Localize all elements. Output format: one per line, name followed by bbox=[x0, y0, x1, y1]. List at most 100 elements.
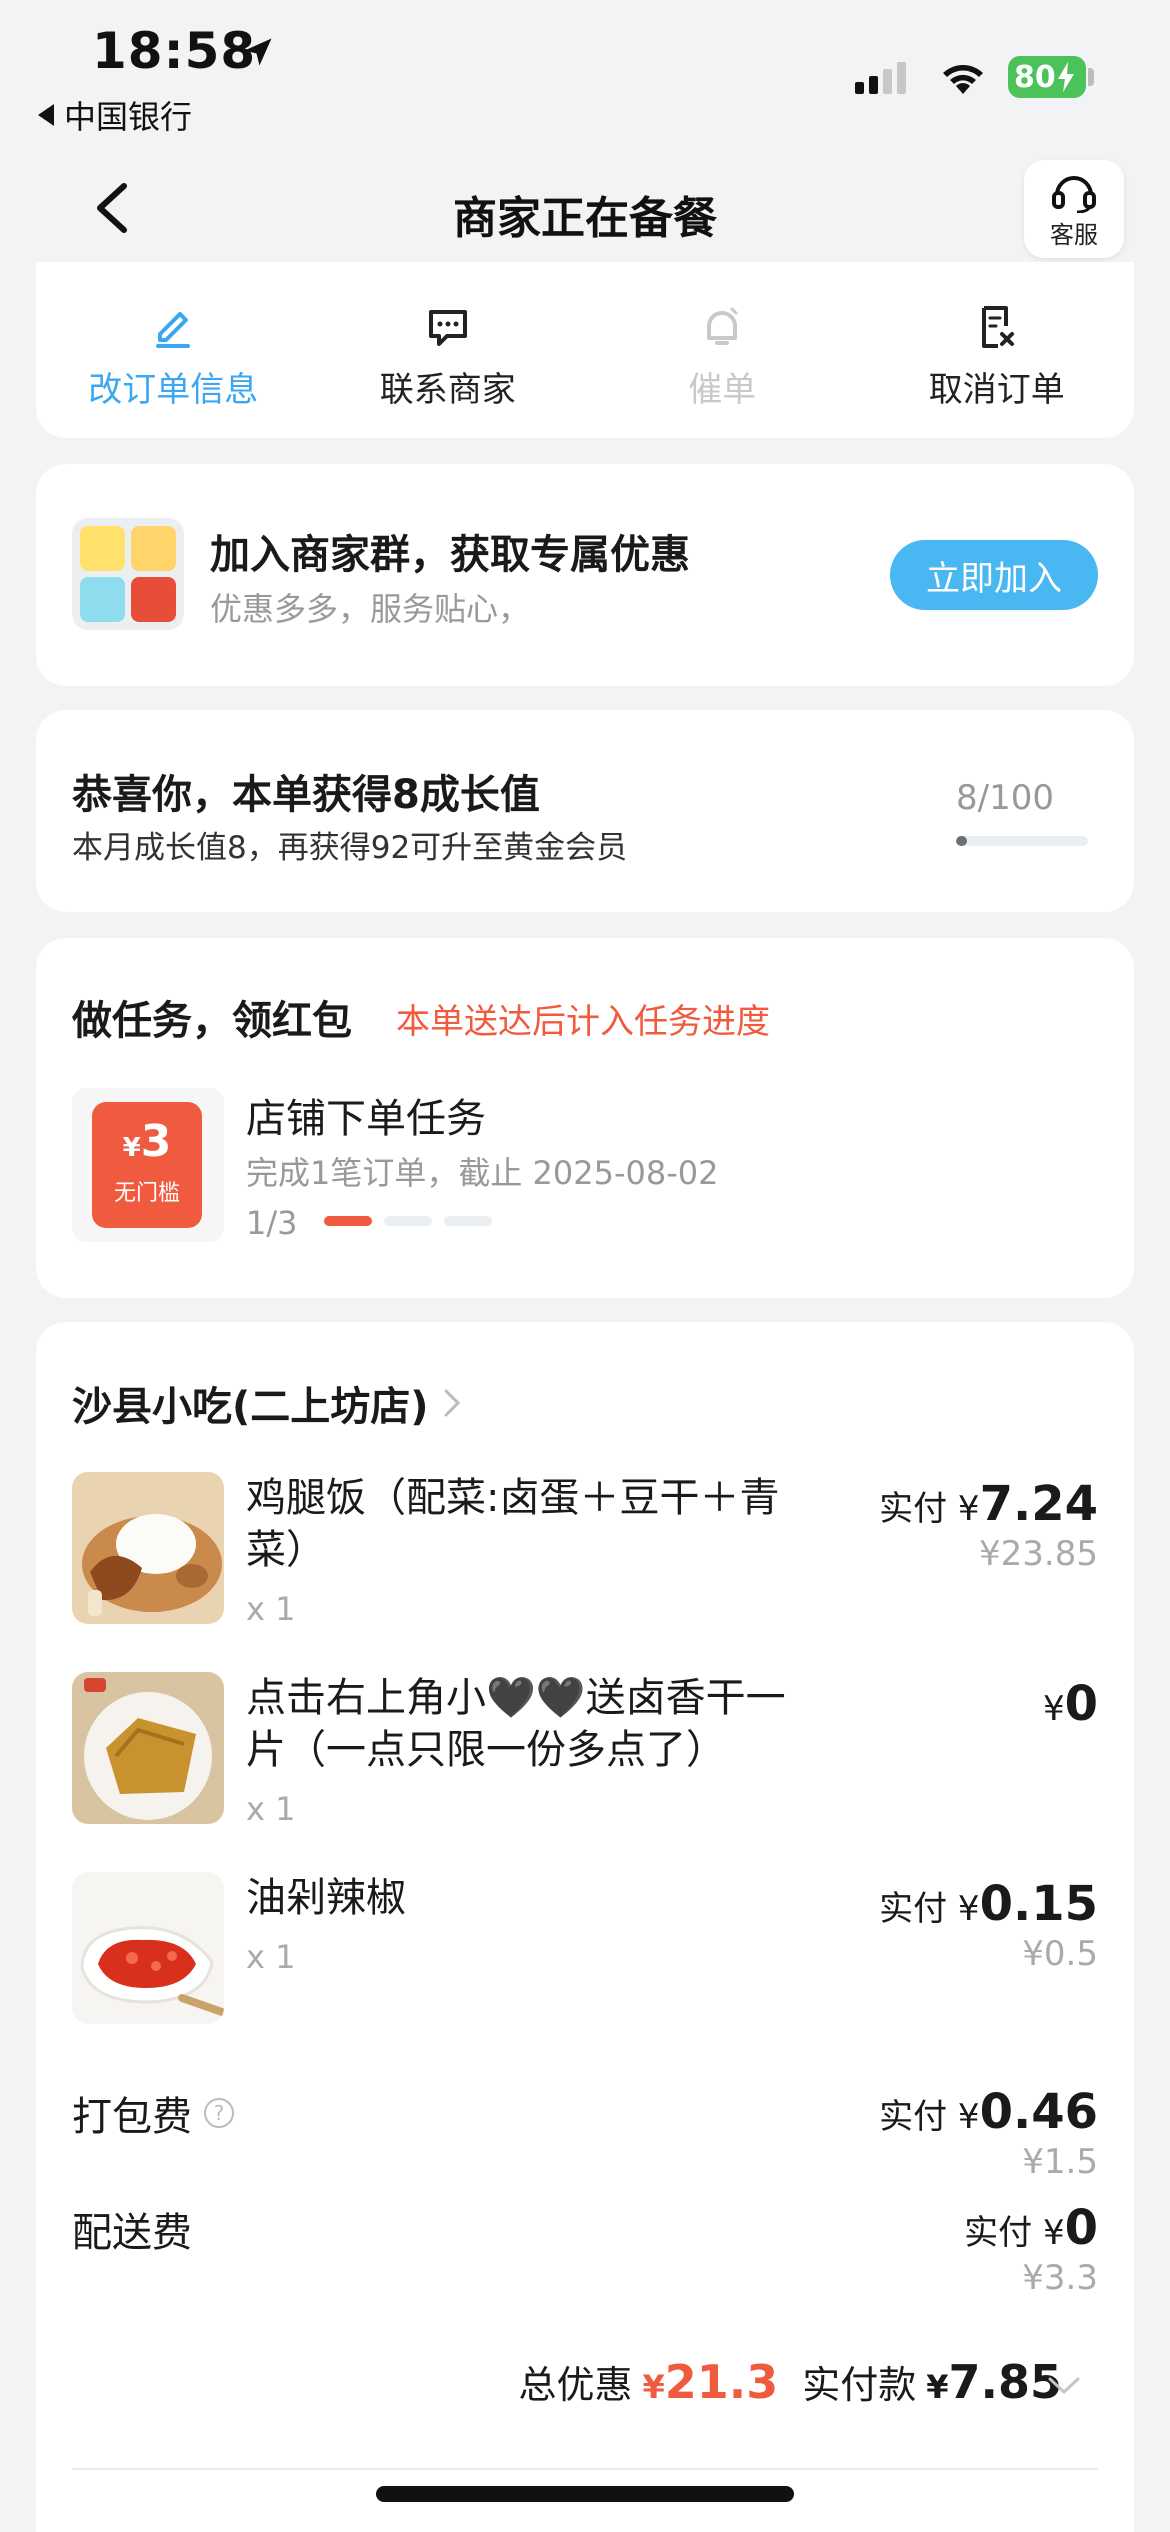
charging-bolt-icon bbox=[1057, 62, 1074, 92]
order-item[interactable]: 鸡腿饭（配菜:卤蛋＋豆干＋青菜） x 1 实付 ¥7.24 ¥23.85 bbox=[72, 1472, 1098, 1632]
group-banner-subtitle: 优惠多多，服务贴心， bbox=[210, 590, 531, 628]
pay-value: 0 bbox=[1064, 1676, 1098, 1732]
discount-label: 总优惠 bbox=[518, 2363, 633, 2407]
item-price: 实付 ¥0.15 ¥0.5 bbox=[879, 1876, 1098, 1974]
item-quantity: x 1 bbox=[246, 1938, 296, 1976]
contact-merchant-label: 联系商家 bbox=[379, 370, 516, 410]
paid-value: 7.85 bbox=[948, 2355, 1063, 2409]
shop-name: 沙县小吃(二上坊店) bbox=[72, 1384, 429, 1430]
urge-order-button[interactable]: 催单 bbox=[585, 262, 860, 438]
paid-label: 实付款 bbox=[802, 2363, 917, 2407]
edit-icon bbox=[156, 312, 191, 348]
dried-tofu-image bbox=[72, 1672, 224, 1824]
bell-icon bbox=[707, 307, 738, 345]
pay-currency: ¥ bbox=[957, 2097, 980, 2137]
task-progress-dot bbox=[384, 1216, 432, 1226]
cancel-order-label: 取消订单 bbox=[928, 370, 1065, 410]
group-banner-title: 加入商家群，获取专属优惠 bbox=[210, 532, 690, 578]
merchant-group-avatar bbox=[72, 518, 184, 630]
order-item[interactable]: 油剁辣椒 x 1 实付 ¥0.15 ¥0.5 bbox=[72, 1872, 1098, 2032]
coupon-currency: ¥ bbox=[122, 1133, 141, 1163]
status-bar: 18:58 中国银行 80 bbox=[0, 0, 1170, 150]
shop-name-link[interactable]: 沙县小吃(二上坊店) bbox=[72, 1374, 463, 1432]
pay-value: 7.24 bbox=[979, 1476, 1098, 1532]
pay-value: 0.46 bbox=[979, 2084, 1098, 2140]
back-to-app-link[interactable]: 中国银行 bbox=[38, 92, 192, 138]
task-progress-dots bbox=[324, 1216, 492, 1226]
item-name: 油剁辣椒 bbox=[246, 1875, 406, 1921]
chevron-down-icon[interactable] bbox=[1046, 2374, 1082, 2398]
pay-value: 0 bbox=[1064, 2200, 1098, 2256]
back-app-label: 中国银行 bbox=[64, 98, 193, 136]
headset-icon bbox=[1052, 175, 1096, 213]
order-item[interactable]: 点击右上角小🖤🖤送卤香干一片（一点只限一份多点了） x 1 ¥0 bbox=[72, 1672, 1098, 1832]
contact-merchant-button[interactable]: 联系商家 bbox=[311, 262, 586, 438]
original-price: ¥1.5 bbox=[1022, 2142, 1098, 2182]
original-price: ¥3.3 bbox=[1022, 2258, 1098, 2298]
pay-label: 实付 bbox=[879, 2097, 948, 2137]
growth-progress-fill bbox=[956, 836, 967, 846]
growth-title: 恭喜你，本单获得8成长值 bbox=[72, 772, 540, 818]
edit-order-label: 改订单信息 bbox=[88, 370, 259, 410]
item-price: ¥0 bbox=[1043, 1676, 1098, 1734]
task-progress-text: 1/3 bbox=[246, 1204, 298, 1242]
item-quantity: x 1 bbox=[246, 1790, 296, 1828]
pay-currency: ¥ bbox=[1042, 1689, 1065, 1729]
fee-price: 实付 ¥0.46 ¥1.5 bbox=[879, 2084, 1098, 2182]
customer-service-button[interactable]: 客服 bbox=[1024, 160, 1124, 258]
cancel-order-button[interactable]: 取消订单 bbox=[860, 262, 1135, 438]
original-price: ¥0.5 bbox=[1022, 1934, 1098, 1974]
pay-value: 0.15 bbox=[979, 1876, 1098, 1932]
original-price: ¥23.85 bbox=[979, 1534, 1098, 1574]
order-detail-card: 沙县小吃(二上坊店) 鸡腿饭（配菜:卤蛋＋豆干＋青菜） x 1 实付 ¥7.24… bbox=[36, 1322, 1134, 2532]
pay-label: 实付 bbox=[964, 2213, 1033, 2253]
cancel-order-icon bbox=[981, 306, 1014, 348]
help-icon[interactable]: ? bbox=[204, 2098, 234, 2128]
back-triangle-icon bbox=[38, 104, 54, 126]
order-total[interactable]: 总优惠 ¥21.3 实付款 ¥7.85 bbox=[518, 2354, 1062, 2409]
item-quantity: x 1 bbox=[246, 1590, 296, 1628]
item-name: 鸡腿饭（配菜:卤蛋＋豆干＋青菜） bbox=[246, 1475, 780, 1573]
chicken-rice-image bbox=[72, 1472, 224, 1624]
growth-progress-bar bbox=[956, 836, 1088, 846]
merchant-group-banner[interactable]: 加入商家群，获取专属优惠 优惠多多，服务贴心， 立即加入 bbox=[36, 464, 1134, 686]
chat-icon bbox=[428, 310, 467, 346]
paid-currency: ¥ bbox=[926, 2368, 949, 2406]
coupon-label: 无门槛 bbox=[113, 1181, 180, 1206]
pay-currency: ¥ bbox=[1042, 2213, 1065, 2253]
coupon-thumbnail: ¥3 无门槛 bbox=[72, 1088, 224, 1242]
join-group-button[interactable]: 立即加入 bbox=[890, 540, 1098, 610]
item-price: 实付 ¥7.24 ¥23.85 bbox=[879, 1476, 1098, 1574]
task-description: 完成1笔订单，截止 2025-08-02 bbox=[246, 1154, 719, 1192]
growth-count: 8/100 bbox=[956, 778, 1054, 818]
task-card[interactable]: 做任务，领红包 本单送达后计入任务进度 ¥3 无门槛 店铺下单任务 完成1笔订单… bbox=[36, 938, 1134, 1298]
growth-value-card[interactable]: 恭喜你，本单获得8成长值 本月成长值8，再获得92可升至黄金会员 8/100 bbox=[36, 710, 1134, 912]
edit-order-button[interactable]: 改订单信息 bbox=[36, 262, 311, 438]
chili-sauce-image bbox=[72, 1872, 224, 2024]
urge-order-label: 催单 bbox=[688, 370, 757, 410]
fee-label: 配送费 bbox=[72, 2210, 192, 2256]
battery-level: 80 bbox=[1014, 59, 1056, 95]
pay-currency: ¥ bbox=[957, 1489, 980, 1529]
growth-subtitle: 本月成长值8，再获得92可升至黄金会员 bbox=[72, 830, 628, 866]
fee-label: 打包费 bbox=[72, 2094, 192, 2140]
customer-service-label: 客服 bbox=[1050, 220, 1098, 249]
delivery-fee-row: 配送费 实付 ¥0 ¥3.3 bbox=[72, 2196, 1098, 2298]
item-name: 点击右上角小🖤🖤送卤香干一片（一点只限一份多点了） bbox=[246, 1675, 786, 1773]
pay-label: 实付 bbox=[879, 1889, 948, 1929]
divider bbox=[72, 2468, 1098, 2470]
coupon-amount: 3 bbox=[140, 1116, 172, 1167]
page-title: 商家正在备餐 bbox=[453, 193, 717, 244]
discount-currency: ¥ bbox=[642, 2368, 665, 2406]
battery-indicator: 80 bbox=[1008, 56, 1086, 98]
home-indicator[interactable] bbox=[376, 2486, 794, 2502]
task-title: 做任务，领红包 bbox=[72, 998, 352, 1044]
order-actions-card: 改订单信息 联系商家 催单 取消订单 bbox=[36, 262, 1134, 438]
cellular-signal-icon bbox=[855, 62, 906, 94]
task-note: 本单送达后计入任务进度 bbox=[396, 1002, 770, 1042]
coupon-badge: ¥3 无门槛 bbox=[92, 1102, 202, 1228]
task-progress-dot bbox=[444, 1216, 492, 1226]
pay-currency: ¥ bbox=[957, 1889, 980, 1929]
task-name: 店铺下单任务 bbox=[246, 1096, 486, 1142]
location-arrow-icon bbox=[244, 38, 272, 66]
